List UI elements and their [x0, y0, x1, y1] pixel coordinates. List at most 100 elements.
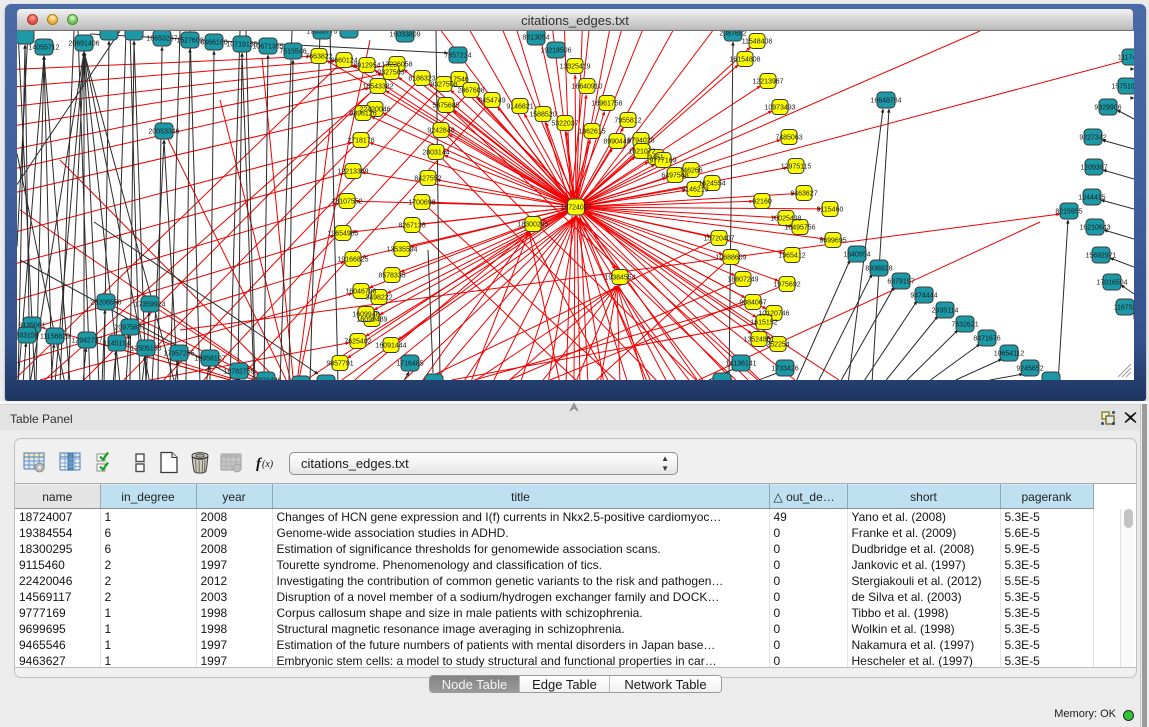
svg-text:16091444: 16091444: [375, 343, 406, 350]
svg-text:12505155: 12505155: [130, 346, 161, 353]
svg-text:9146213: 9146213: [681, 187, 708, 194]
svg-text:6379197: 6379197: [887, 279, 914, 286]
svg-text:1615152: 1615152: [750, 320, 777, 327]
svg-text:252254: 252254: [766, 342, 789, 349]
svg-text:15923446: 15923446: [250, 378, 281, 380]
svg-text:9699695: 9699695: [819, 238, 846, 245]
svg-text:13535594: 13535594: [386, 247, 417, 254]
svg-text:12213967: 12213967: [752, 79, 783, 86]
svg-text:18495756: 18495756: [784, 225, 815, 232]
svg-text:14136141: 14136141: [725, 361, 756, 368]
svg-text:9242848: 9242848: [427, 128, 454, 135]
svg-text:16210643: 16210643: [1079, 225, 1110, 232]
svg-text:9227342: 9227342: [1079, 135, 1106, 142]
svg-text:9115460: 9115460: [817, 207, 844, 214]
svg-text:19853776: 19853776: [306, 31, 337, 36]
svg-text:2087682: 2087682: [719, 31, 746, 38]
svg-text:7663822: 7663822: [305, 54, 332, 61]
svg-text:9327503: 9327503: [377, 70, 404, 77]
svg-text:9146821: 9146821: [506, 104, 533, 111]
svg-text:8215955: 8215955: [1055, 209, 1082, 216]
svg-text:5875685: 5875685: [432, 103, 459, 110]
svg-text:1965412: 1965412: [778, 253, 805, 260]
svg-text:9084067: 9084067: [739, 300, 766, 307]
svg-text:(x): (x): [262, 459, 274, 470]
svg-text:15720407: 15720407: [703, 236, 734, 243]
svg-text:116753: 116753: [1114, 305, 1134, 312]
svg-text:1244415: 1244415: [1078, 195, 1105, 202]
svg-text:1609948: 1609948: [352, 312, 379, 319]
svg-text:8466160: 8466160: [200, 40, 227, 47]
svg-text:2718176: 2718176: [347, 138, 374, 145]
svg-text:7485063: 7485063: [775, 135, 802, 142]
svg-text:1733426: 1733426: [771, 366, 798, 373]
svg-text:393159: 393159: [17, 333, 39, 340]
svg-text:18107552: 18107552: [331, 199, 362, 206]
svg-text:6794028: 6794028: [627, 138, 654, 145]
svg-text:7625402: 7625402: [344, 339, 371, 346]
svg-text:2803144: 2803144: [422, 150, 449, 157]
svg-text:10973493: 10973493: [764, 105, 795, 112]
svg-text:8471676: 8471676: [973, 336, 1000, 343]
svg-text:20975887: 20975887: [114, 325, 145, 332]
svg-text:17359924: 17359924: [134, 302, 165, 309]
svg-text:1716485: 1716485: [396, 361, 423, 368]
svg-text:16543382: 16543382: [362, 84, 393, 91]
svg-text:16961758: 16961758: [591, 101, 622, 108]
svg-text:7857224: 7857224: [444, 53, 471, 60]
svg-text:6497568: 6497568: [661, 173, 688, 180]
svg-text:10025438: 10025438: [770, 216, 801, 223]
svg-text:15692971: 15692971: [1085, 253, 1116, 260]
svg-text:1700698: 1700698: [408, 200, 435, 207]
svg-text:20691406: 20691406: [68, 41, 99, 48]
svg-text:9245652: 9245652: [1016, 366, 1043, 373]
svg-text:2867608: 2867608: [457, 88, 484, 95]
svg-text:8938928: 8938928: [865, 266, 892, 273]
svg-text:18300295: 18300295: [517, 222, 548, 229]
svg-text:9329906: 9329906: [1094, 105, 1121, 112]
svg-text:8912954: 8912954: [353, 63, 380, 70]
svg-text:1117403: 1117403: [1118, 55, 1134, 62]
svg-text:3498222: 3498222: [365, 295, 392, 302]
svg-text:11548408: 11548408: [742, 39, 773, 46]
svg-text:1209387: 1209387: [1080, 165, 1107, 172]
svg-text:20206556: 20206556: [90, 300, 121, 307]
svg-text:8135061: 8135061: [18, 323, 45, 330]
svg-text:1145194: 1145194: [104, 341, 131, 348]
svg-text:7955812: 7955812: [614, 118, 641, 125]
svg-text:62160: 62160: [752, 199, 772, 206]
svg-text:10688609: 10688609: [715, 255, 746, 262]
svg-text:18807249: 18807249: [727, 277, 758, 284]
svg-text:8813054: 8813054: [522, 35, 549, 42]
svg-text:9896126: 9896126: [349, 111, 376, 118]
svg-text:8427552: 8427552: [414, 176, 441, 183]
svg-text:8267130: 8267130: [398, 223, 425, 230]
svg-text:16154808: 16154808: [729, 57, 760, 64]
svg-text:10654112: 10654112: [994, 351, 1025, 358]
svg-text:2935114: 2935114: [932, 308, 959, 315]
svg-text:17957255: 17957255: [163, 351, 194, 358]
svg-text:20053346: 20053346: [148, 129, 179, 136]
svg-text:1640954: 1640954: [843, 252, 870, 259]
svg-text:9777169: 9777169: [649, 158, 676, 165]
svg-text:5322037: 5322037: [551, 121, 578, 128]
svg-text:12213389: 12213389: [337, 169, 368, 176]
svg-text:19654985: 19654985: [327, 231, 358, 238]
svg-text:10958107: 10958107: [194, 356, 225, 363]
svg-text:1975692: 1975692: [773, 282, 800, 289]
svg-text:13226058: 13226058: [381, 62, 412, 69]
svg-text:8454749: 8454749: [478, 98, 505, 105]
svg-text:9474444: 9474444: [910, 293, 937, 300]
svg-text:16640910: 16640910: [571, 84, 602, 91]
svg-text:12975115: 12975115: [781, 164, 812, 171]
svg-text:8578335: 8578335: [378, 273, 405, 280]
svg-text:19166825: 19166825: [337, 257, 368, 264]
svg-text:13325419: 13325419: [559, 64, 590, 71]
svg-text:12942737: 12942737: [71, 338, 102, 345]
svg-text:17546: 17546: [449, 77, 469, 84]
svg-text:10120746: 10120746: [758, 311, 789, 318]
svg-text:14055712: 14055712: [28, 45, 59, 52]
svg-text:1362615: 1362615: [578, 129, 605, 136]
svg-text:18724007: 18724007: [560, 205, 591, 212]
svg-text:17016504: 17016504: [1096, 280, 1127, 287]
